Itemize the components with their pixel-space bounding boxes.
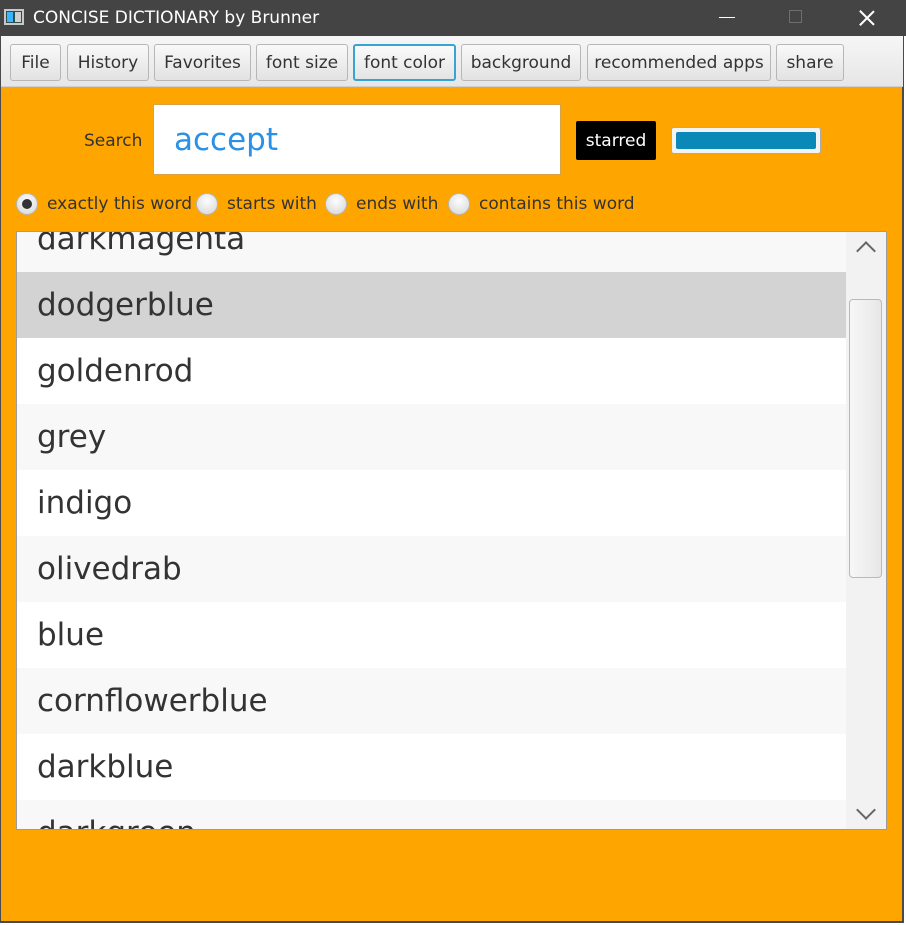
scrollbar-thumb[interactable] [849,299,882,578]
list-item[interactable]: darkgreen [17,800,847,829]
color-picker-swatch [676,132,816,149]
starred-button[interactable]: starred [576,121,656,160]
list-item[interactable]: blue [17,602,847,668]
list-item[interactable]: goldenrod [17,338,847,404]
radio-label: ends with [356,194,439,214]
radio-unselected-icon[interactable] [196,193,218,215]
app-icon [4,9,24,25]
radio-unselected-icon[interactable] [325,193,347,215]
title-bar: CONCISE DICTIONARY by Brunner [0,0,906,36]
toolbar: File History Favorites font size font co… [1,36,903,87]
search-input[interactable] [153,104,561,175]
radio-ends-with[interactable]: ends with [325,190,438,218]
list-item[interactable]: cornflowerblue [17,668,847,734]
radio-contains-this-word[interactable]: contains this word [448,190,635,218]
color-picker[interactable] [671,127,821,154]
history-button[interactable]: History [67,44,149,81]
radio-label: exactly this word [47,194,193,214]
list-item[interactable]: olivedrab [17,536,847,602]
word-list-items: darkmagenta dodgerblue goldenrod grey in… [17,232,847,829]
close-icon[interactable] [844,0,890,36]
font-color-button[interactable]: font color [353,44,456,81]
font-size-button[interactable]: font size [256,44,348,81]
radio-unselected-icon[interactable] [448,193,470,215]
list-item[interactable]: grey [17,404,847,470]
list-item[interactable]: darkmagenta [17,232,847,272]
window-title: CONCISE DICTIONARY by Brunner [33,8,320,28]
radio-exactly-this-word[interactable]: exactly this word [16,190,192,218]
list-item[interactable]: darkblue [17,734,847,800]
minimize-icon[interactable] [704,0,750,36]
match-mode-group: exactly this word starts with ends with … [0,190,906,218]
maximize-icon[interactable] [773,0,819,36]
word-list[interactable]: darkmagenta dodgerblue goldenrod grey in… [16,231,887,830]
list-item[interactable]: indigo [17,470,847,536]
favorites-button[interactable]: Favorites [154,44,251,81]
vertical-scrollbar[interactable] [846,232,886,829]
search-label: Search [84,131,143,151]
file-button[interactable]: File [10,44,61,81]
recommended-apps-button[interactable]: recommended apps [587,44,771,81]
scroll-up-arrow-icon[interactable] [846,232,886,262]
radio-label: contains this word [479,194,635,214]
background-button[interactable]: background [461,44,581,81]
share-button[interactable]: share [776,44,844,81]
radio-label: starts with [227,194,317,214]
radio-selected-icon[interactable] [16,193,38,215]
radio-starts-with[interactable]: starts with [196,190,317,218]
list-item-selected[interactable]: dodgerblue [17,272,847,338]
scroll-down-arrow-icon[interactable] [846,799,886,829]
